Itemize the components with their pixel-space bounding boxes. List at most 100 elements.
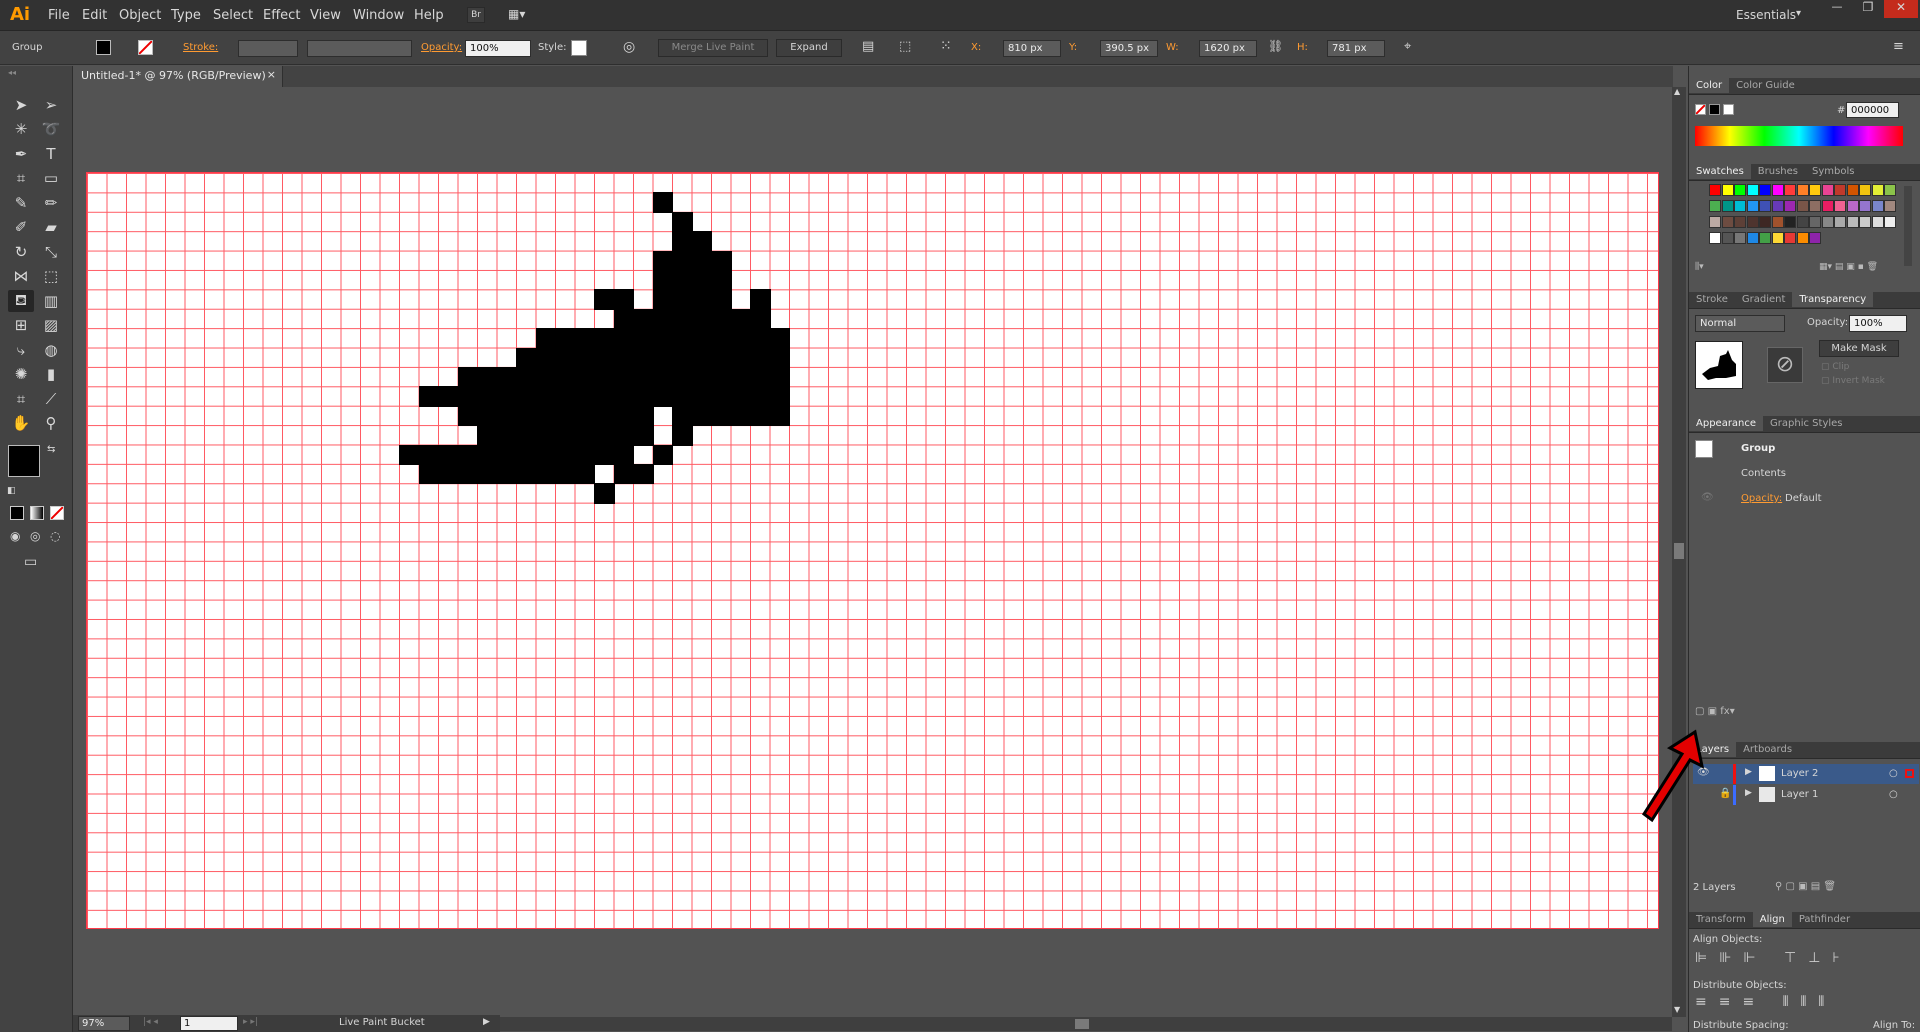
scale-tool-icon[interactable]: ⤡ bbox=[38, 241, 64, 263]
stroke-swatch[interactable] bbox=[138, 40, 153, 55]
painted-cell[interactable] bbox=[730, 386, 751, 407]
painted-cell[interactable] bbox=[691, 250, 712, 271]
painted-cell[interactable] bbox=[555, 367, 576, 388]
swatch-libraries-icon[interactable]: ⫼▾ bbox=[1695, 262, 1704, 272]
painted-cell[interactable] bbox=[594, 444, 615, 465]
layer-2-name[interactable]: Layer 2 bbox=[1781, 768, 1818, 779]
control-panel-menu-icon[interactable]: ≡ bbox=[1893, 39, 1904, 54]
painted-cell[interactable] bbox=[574, 405, 595, 427]
painted-cell[interactable] bbox=[652, 347, 673, 368]
swatch[interactable] bbox=[1809, 216, 1821, 228]
swatch[interactable] bbox=[1709, 216, 1721, 228]
painted-cell[interactable] bbox=[457, 464, 478, 485]
painted-cell[interactable] bbox=[594, 367, 615, 388]
painted-cell[interactable] bbox=[535, 405, 556, 427]
painted-cell[interactable] bbox=[691, 270, 712, 291]
scroll-up-icon[interactable]: ▲ bbox=[1674, 87, 1680, 96]
swatch[interactable] bbox=[1796, 184, 1809, 196]
stroke-label[interactable]: Stroke: bbox=[183, 42, 218, 53]
swatch[interactable] bbox=[1721, 200, 1734, 212]
tab-pathfinder[interactable]: Pathfinder bbox=[1792, 912, 1857, 927]
painted-cell[interactable] bbox=[613, 347, 634, 368]
painted-cell[interactable] bbox=[594, 405, 615, 427]
swatch-grid[interactable] bbox=[1693, 184, 1896, 264]
transparency-opacity-field[interactable]: 100% bbox=[1849, 315, 1907, 332]
painted-cell[interactable] bbox=[574, 328, 595, 349]
painted-cell[interactable] bbox=[496, 464, 517, 485]
blob-brush-tool-icon[interactable]: ✐ bbox=[8, 216, 34, 238]
painted-cell[interactable] bbox=[633, 308, 654, 330]
layer-2-expand-icon[interactable]: ▶ bbox=[1745, 767, 1752, 777]
color-spectrum[interactable] bbox=[1695, 126, 1903, 146]
invert-mask-checkbox[interactable]: ▢ Invert Mask bbox=[1821, 376, 1885, 386]
eraser-tool-icon[interactable]: ▰ bbox=[38, 216, 64, 238]
painted-cell[interactable] bbox=[672, 425, 693, 446]
painted-cell[interactable] bbox=[633, 347, 654, 368]
document-tab[interactable]: Untitled-1* @ 97% (RGB/Preview) × bbox=[73, 66, 283, 87]
scroll-down-icon[interactable]: ▼ bbox=[1674, 1005, 1680, 1014]
painted-cell[interactable] bbox=[594, 425, 615, 446]
slice-tool-icon[interactable]: ⟋ bbox=[38, 388, 64, 410]
tab-align[interactable]: Align bbox=[1752, 912, 1792, 927]
swatch[interactable] bbox=[1809, 232, 1821, 244]
painted-cell[interactable] bbox=[399, 444, 420, 465]
painted-cell[interactable] bbox=[477, 405, 498, 427]
swatch[interactable] bbox=[1746, 184, 1759, 196]
next-artboard-icon[interactable]: ▸ ▸| bbox=[243, 1017, 258, 1027]
live-paint-group[interactable] bbox=[87, 173, 1658, 928]
symbol-sprayer-tool-icon[interactable]: ✺ bbox=[8, 363, 34, 385]
menu-view[interactable]: View bbox=[310, 8, 341, 23]
painted-cell[interactable] bbox=[750, 289, 771, 310]
tab-stroke[interactable]: Stroke bbox=[1689, 292, 1735, 307]
painted-cell[interactable] bbox=[672, 270, 693, 291]
painted-cell[interactable] bbox=[594, 289, 615, 310]
status-menu-icon[interactable]: ▶ bbox=[483, 1017, 490, 1027]
painted-cell[interactable] bbox=[691, 405, 712, 427]
painted-cell[interactable] bbox=[418, 464, 439, 485]
swatch[interactable] bbox=[1821, 200, 1834, 212]
painted-cell[interactable] bbox=[594, 347, 615, 368]
free-transform-tool-icon[interactable]: ⬚ bbox=[38, 265, 64, 287]
painted-cell[interactable] bbox=[574, 444, 595, 465]
painted-cell[interactable] bbox=[496, 444, 517, 465]
painted-cell[interactable] bbox=[769, 347, 790, 368]
swatch[interactable] bbox=[1784, 184, 1796, 196]
none-mode-icon[interactable] bbox=[50, 506, 64, 520]
first-artboard-icon[interactable]: |◂ ◂ bbox=[143, 1017, 158, 1027]
swatch[interactable] bbox=[1759, 184, 1771, 196]
swatch[interactable] bbox=[1871, 200, 1884, 212]
swatch[interactable] bbox=[1859, 200, 1871, 212]
menu-edit[interactable]: Edit bbox=[82, 8, 107, 23]
painted-cell[interactable] bbox=[613, 308, 634, 330]
painted-cell[interactable] bbox=[516, 347, 537, 368]
opacity-field[interactable]: 100% bbox=[465, 40, 531, 57]
swatch[interactable] bbox=[1796, 216, 1809, 228]
painted-cell[interactable] bbox=[477, 425, 498, 446]
painted-cell[interactable] bbox=[496, 425, 517, 446]
pencil-tool-icon[interactable]: ✏ bbox=[38, 192, 64, 214]
painted-cell[interactable] bbox=[711, 250, 732, 271]
painted-cell[interactable] bbox=[652, 444, 673, 465]
painted-cell[interactable] bbox=[652, 250, 673, 271]
painted-cell[interactable] bbox=[672, 405, 693, 427]
painted-cell[interactable] bbox=[477, 367, 498, 388]
painted-cell[interactable] bbox=[750, 405, 771, 427]
swatch[interactable] bbox=[1721, 232, 1734, 244]
reference-point-icon[interactable]: ⁙ bbox=[940, 38, 952, 54]
artboard-tool-icon[interactable]: ⌗ bbox=[8, 388, 34, 410]
swatch[interactable] bbox=[1771, 232, 1784, 244]
swatch[interactable] bbox=[1846, 216, 1859, 228]
painted-cell[interactable] bbox=[769, 405, 790, 427]
painted-cell[interactable] bbox=[672, 308, 693, 330]
swatch[interactable] bbox=[1884, 184, 1896, 196]
painted-cell[interactable] bbox=[438, 386, 459, 407]
menu-select[interactable]: Select bbox=[213, 8, 253, 23]
painted-cell[interactable] bbox=[555, 347, 576, 368]
painted-cell[interactable] bbox=[711, 386, 732, 407]
restore-button[interactable]: ❐ bbox=[1853, 0, 1883, 18]
horizontal-scrollbar[interactable] bbox=[500, 1017, 1672, 1031]
painted-cell[interactable] bbox=[633, 328, 654, 349]
swatch[interactable] bbox=[1709, 184, 1721, 196]
painted-cell[interactable] bbox=[594, 328, 615, 349]
painted-cell[interactable] bbox=[652, 386, 673, 407]
